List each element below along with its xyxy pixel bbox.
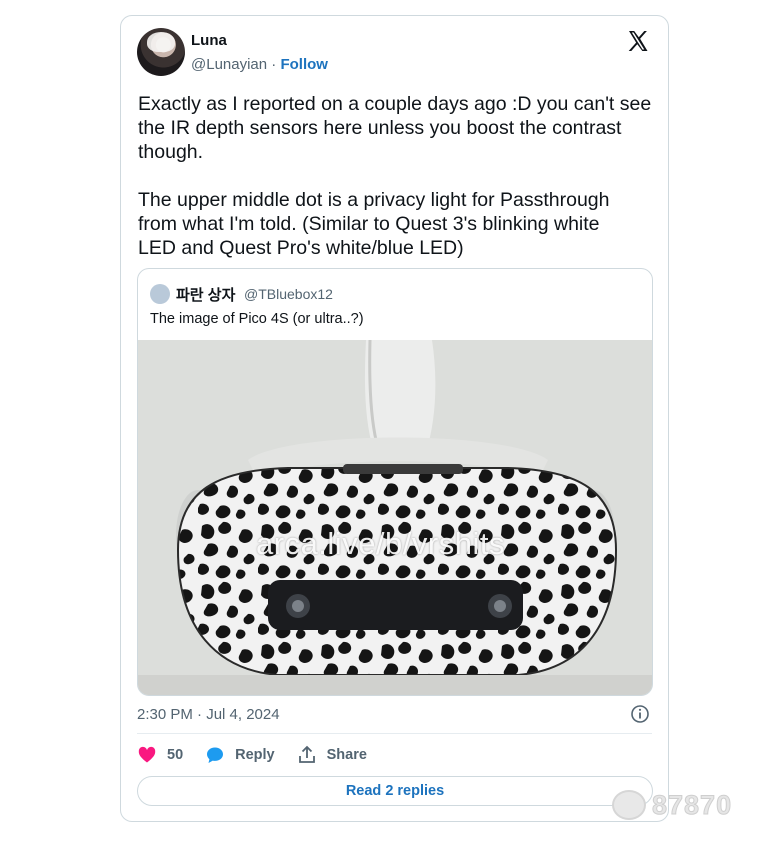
author-handle[interactable]: @Lunayian <box>191 56 267 73</box>
x-logo-icon[interactable] <box>626 29 650 53</box>
reply-button[interactable]: Reply <box>205 745 275 765</box>
share-icon <box>298 745 315 763</box>
tweet-card: Luna @Lunayian · Follow Exactly as I rep… <box>120 15 669 822</box>
heart-icon <box>138 746 156 763</box>
share-button[interactable]: Share <box>297 745 367 765</box>
tweet-text: Exactly as I reported on a couple days a… <box>138 93 652 259</box>
quote-author-handle[interactable]: @TBluebox12 <box>244 286 333 302</box>
site-logo-icon <box>612 790 646 820</box>
separator-dot: · <box>271 56 277 73</box>
headset-photo[interactable]: arca.live/b/vrshits <box>138 340 652 695</box>
author-name[interactable]: Luna <box>191 32 227 49</box>
info-icon[interactable] <box>630 704 650 724</box>
follow-button[interactable]: Follow <box>280 56 328 73</box>
share-label: Share <box>326 747 367 763</box>
author-handle-line: @Lunayian · Follow <box>191 56 328 73</box>
read-replies-button[interactable]: Read 2 replies <box>137 776 653 806</box>
quote-author-name[interactable]: 파란 상자 <box>176 284 235 305</box>
reply-bubble-icon <box>207 747 224 763</box>
image-watermark: arca.live/b/vrshits <box>256 526 505 561</box>
divider <box>137 733 652 734</box>
timestamp[interactable]: 2:30 PM · Jul 4, 2024 <box>137 706 280 723</box>
quoted-tweet[interactable]: 파란 상자 @TBluebox12 The image of Pico 4S (… <box>137 268 653 696</box>
action-bar: 50 Reply Share <box>137 744 389 766</box>
quote-avatar[interactable] <box>150 284 170 304</box>
reply-label: Reply <box>235 747 275 763</box>
like-button[interactable]: 50 <box>137 745 183 765</box>
likes-count: 50 <box>167 747 184 763</box>
site-watermark-text: 87870 <box>651 789 733 820</box>
avatar[interactable] <box>137 28 185 76</box>
site-watermark: 87870 <box>612 788 752 822</box>
headset-illustration <box>138 340 652 695</box>
quote-text: The image of Pico 4S (or ultra..?) <box>150 311 364 327</box>
